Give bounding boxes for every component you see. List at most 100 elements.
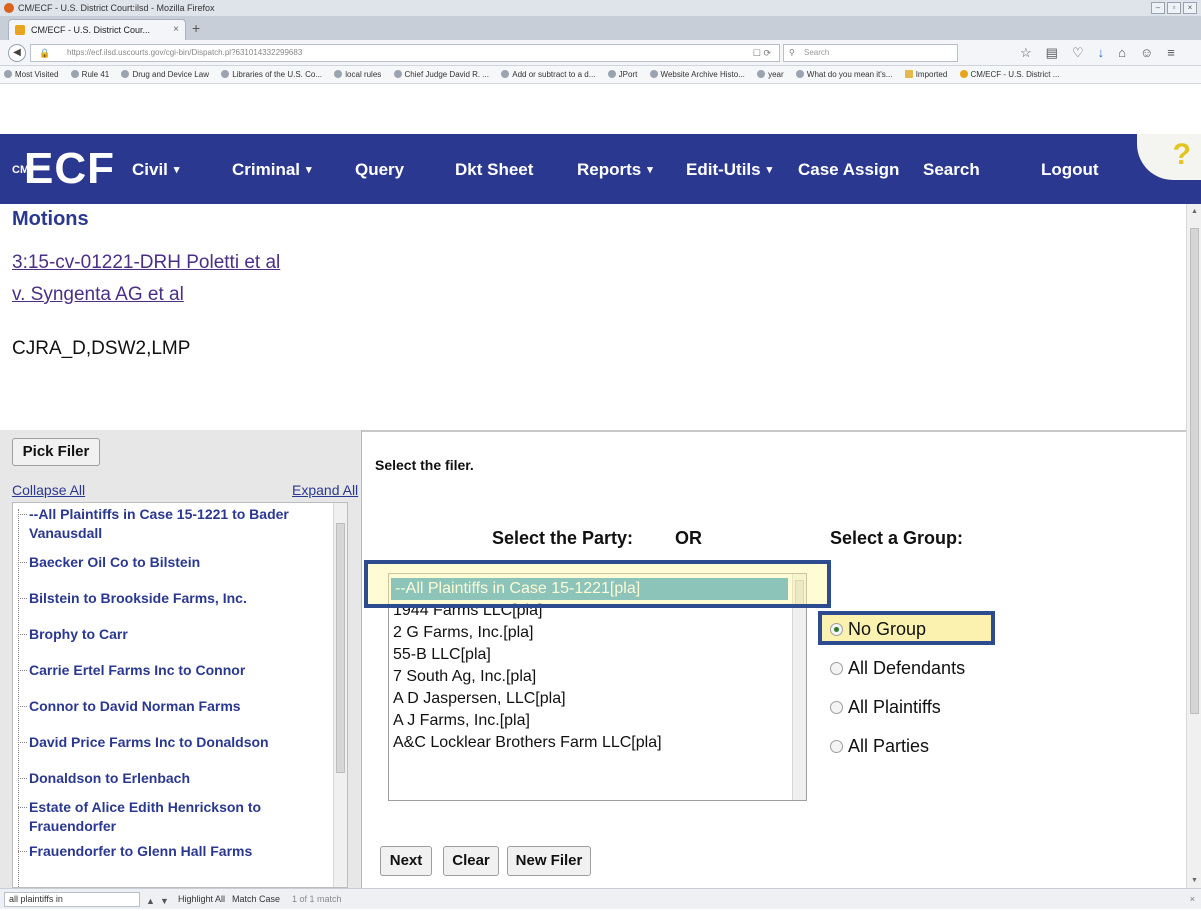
globe-icon: [393, 70, 402, 78]
bookmark-item[interactable]: CM/ECF - U.S. District ...: [959, 70, 1059, 79]
menu-case-assign[interactable]: Case Assign: [798, 160, 899, 180]
radio-all-defendants[interactable]: All Defendants: [830, 654, 965, 693]
pick-filer-panel: Pick Filer Collapse All Expand All --All…: [0, 430, 362, 888]
bookmark-item[interactable]: year: [757, 70, 784, 79]
download-icon[interactable]: ↓: [1098, 45, 1105, 61]
close-find-icon[interactable]: ×: [1190, 889, 1195, 909]
tree-item[interactable]: David Price Farms Inc to Donaldson: [13, 733, 347, 752]
clear-button[interactable]: Clear: [443, 846, 499, 876]
home-icon[interactable]: ⌂: [1118, 45, 1126, 61]
tree-item[interactable]: Baecker Oil Co to Bilstein: [13, 553, 347, 572]
select-party-label: Select the Party:: [492, 528, 634, 548]
case-link[interactable]: 3:15-cv-01221-DRH Poletti et al v. Synge…: [12, 247, 280, 311]
menu-reports[interactable]: Reports ▾: [577, 160, 653, 180]
globe-icon: [649, 70, 658, 78]
maximize-button[interactable]: ▫: [1167, 2, 1181, 14]
party-option[interactable]: 7 South Ag, Inc.[pla]: [389, 666, 806, 688]
radio-checked-icon[interactable]: [830, 623, 843, 636]
help-button[interactable]: ?: [1137, 134, 1201, 180]
tree-item[interactable]: Carrie Ertel Farms Inc to Connor: [13, 661, 347, 680]
ecf-logo[interactable]: CMECF: [12, 146, 115, 192]
bookmark-item[interactable]: Website Archive Histo...: [649, 70, 745, 79]
bookmark-folder[interactable]: Imported: [904, 70, 948, 79]
bookmark-item[interactable]: Drug and Device Law: [121, 70, 209, 79]
close-tab-icon[interactable]: ×: [173, 20, 179, 40]
menu-logout[interactable]: Logout: [1041, 160, 1099, 180]
tree-item[interactable]: Estate of Alice Edith Henrickson to Frau…: [13, 798, 347, 836]
highlight-all-toggle[interactable]: Highlight All: [178, 889, 225, 909]
expand-all-link[interactable]: Expand All: [292, 482, 358, 498]
bookmark-label: local rules: [345, 70, 382, 79]
menu-edit-utils[interactable]: Edit-Utils ▾: [686, 160, 772, 180]
bookmark-label: Imported: [915, 70, 948, 79]
minimize-button[interactable]: –: [1151, 2, 1165, 14]
tree-scrollbar[interactable]: [333, 503, 347, 887]
tree-item[interactable]: Frauendorfer to Glenn Hall Farms: [13, 842, 347, 861]
menu-civil[interactable]: Civil ▾: [132, 160, 179, 180]
bookmark-item[interactable]: Libraries of the U.S. Co...: [221, 70, 322, 79]
bookmark-star-icon[interactable]: ☆: [1020, 45, 1032, 61]
bookmark-item[interactable]: JPort: [607, 70, 637, 79]
globe-icon: [501, 70, 510, 78]
scrollbar-thumb[interactable]: [336, 523, 345, 773]
bookmark-item[interactable]: Rule 41: [70, 70, 110, 79]
browser-search-box[interactable]: ⚲ Search: [783, 44, 958, 62]
bookmark-item[interactable]: Add or subtract to a d...: [501, 70, 595, 79]
search-icon: ⚲: [789, 48, 795, 57]
scroll-up-icon[interactable]: ▲: [1191, 208, 1198, 215]
find-input[interactable]: all plaintiffs in: [4, 892, 140, 907]
collapse-all-link[interactable]: Collapse All: [12, 482, 85, 498]
scrollbar-thumb[interactable]: [1190, 228, 1199, 714]
menu-dkt-sheet[interactable]: Dkt Sheet: [455, 160, 533, 180]
tree-item[interactable]: Bilstein to Brookside Farms, Inc.: [13, 589, 347, 608]
tree-item[interactable]: --All Plaintiffs in Case 15-1221 to Bade…: [13, 505, 347, 543]
radio-all-parties[interactable]: All Parties: [830, 732, 965, 771]
next-button[interactable]: Next: [380, 846, 432, 876]
radio-unchecked-icon[interactable]: [830, 701, 843, 714]
tree-list: --All Plaintiffs in Case 15-1221 to Bade…: [13, 505, 347, 861]
bookmark-item[interactable]: Most Visited: [4, 70, 58, 79]
reload-icon[interactable]: ☐ ⟳: [753, 45, 771, 61]
reading-list-icon[interactable]: ▤: [1046, 45, 1058, 61]
sync-icon[interactable]: ☺: [1140, 45, 1153, 61]
browser-tab[interactable]: CM/ECF - U.S. District Cour... ×: [8, 19, 186, 40]
match-case-toggle[interactable]: Match Case: [232, 889, 280, 909]
caret-down-icon: ▾: [766, 164, 773, 176]
menu-criminal[interactable]: Criminal ▾: [232, 160, 312, 180]
find-next-icon[interactable]: ▼: [160, 891, 169, 911]
party-option[interactable]: A D Jaspersen, LLC[pla]: [389, 688, 806, 710]
menu-search[interactable]: Search: [923, 160, 980, 180]
menu-label: Query: [355, 160, 405, 179]
bookmark-item[interactable]: What do you mean it's...: [795, 70, 892, 79]
url-bar[interactable]: 🔒 https://ecf.ilsd.uscourts.gov/cgi-bin/…: [30, 44, 780, 62]
scroll-down-icon[interactable]: ▼: [1191, 877, 1198, 884]
menu-label: Logout: [1041, 160, 1099, 179]
close-window-button[interactable]: ×: [1183, 2, 1197, 14]
caret-down-icon: ▾: [173, 164, 180, 176]
tree-item[interactable]: Brophy to Carr: [13, 625, 347, 644]
radio-unchecked-icon[interactable]: [830, 662, 843, 675]
scales-icon: [15, 25, 25, 35]
radio-all-plaintiffs[interactable]: All Plaintiffs: [830, 693, 965, 732]
bookmark-label: Rule 41: [81, 70, 110, 79]
party-option[interactable]: 55-B LLC[pla]: [389, 644, 806, 666]
pick-filer-button[interactable]: Pick Filer: [12, 438, 100, 466]
tree-item[interactable]: Connor to David Norman Farms: [13, 697, 347, 716]
bookmark-item[interactable]: Chief Judge David R. ...: [393, 70, 489, 79]
tree-item[interactable]: Donaldson to Erlenbach: [13, 769, 347, 788]
menu-icon[interactable]: ≡: [1167, 45, 1175, 61]
menu-label: Case Assign: [798, 160, 900, 179]
party-option[interactable]: A J Farms, Inc.[pla]: [389, 710, 806, 732]
radio-unchecked-icon[interactable]: [830, 740, 843, 753]
page-scrollbar[interactable]: ▲ ▼: [1186, 204, 1201, 888]
menu-query[interactable]: Query: [355, 160, 404, 180]
new-filer-button[interactable]: New Filer: [507, 846, 591, 876]
bookmark-item[interactable]: local rules: [334, 70, 381, 79]
find-previous-icon[interactable]: ▲: [146, 891, 155, 911]
pocket-icon[interactable]: ♡: [1072, 45, 1084, 61]
back-button[interactable]: ◀: [8, 44, 26, 62]
radio-no-group[interactable]: No Group: [830, 615, 965, 654]
party-option[interactable]: A&C Locklear Brothers Farm LLC[pla]: [389, 732, 806, 754]
party-option[interactable]: 2 G Farms, Inc.[pla]: [389, 622, 806, 644]
new-tab-button[interactable]: +: [192, 20, 200, 36]
